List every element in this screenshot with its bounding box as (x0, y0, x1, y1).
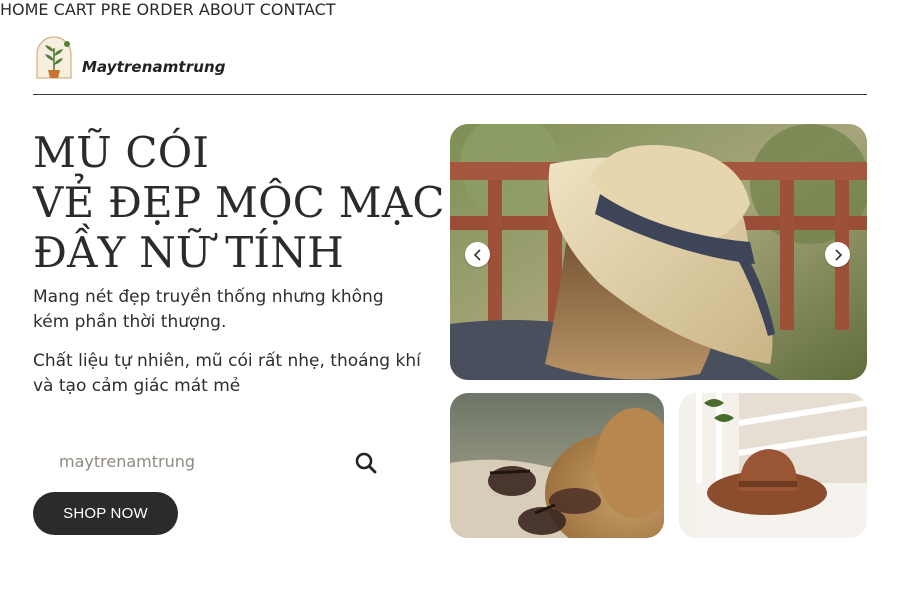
search-bar (45, 445, 385, 479)
logo[interactable] (31, 34, 77, 86)
brand-name[interactable]: Maytrenamtrung (82, 58, 226, 76)
main-nav: HOME CART PRE ORDER ABOUT CONTACT (0, 0, 900, 19)
headline-line-3: ĐẦY NỮ TÍNH (33, 228, 344, 277)
nav-pre-order[interactable]: PRE ORDER (101, 0, 194, 19)
header-divider (33, 94, 867, 95)
search-input[interactable] (45, 445, 345, 477)
nav-about[interactable]: ABOUT (199, 0, 255, 19)
hero-description-1: Mang nét đẹp truyền thống nhưng không ké… (33, 287, 384, 332)
carousel-prev-button[interactable] (465, 242, 490, 267)
headline-line-2: VẺ ĐẸP MỘC MẠC (33, 178, 445, 227)
nav-contact[interactable]: CONTACT (260, 0, 336, 19)
product-image-straw-hat-sunglasses[interactable] (450, 393, 664, 538)
hero-description-2: Chất liệu tự nhiên, mũ cói rất nhẹ, thoá… (33, 351, 421, 396)
headline-line-1: MŨ CÓI (33, 128, 210, 177)
shop-now-button[interactable]: SHOP NOW (33, 492, 178, 535)
chevron-left-icon (473, 248, 481, 261)
hero-carousel-image[interactable] (450, 124, 867, 380)
hero-headline: MŨ CÓI VẺ ĐẸP MỘC MẠC ĐẦY NỮ TÍNH (33, 128, 445, 278)
chevron-right-icon (834, 248, 842, 261)
carousel-next-button[interactable] (825, 242, 850, 267)
product-image-brown-hat[interactable] (679, 393, 867, 538)
nav-home[interactable]: HOME (0, 0, 49, 19)
nav-cart[interactable]: CART (54, 0, 96, 19)
search-icon[interactable] (353, 450, 379, 476)
